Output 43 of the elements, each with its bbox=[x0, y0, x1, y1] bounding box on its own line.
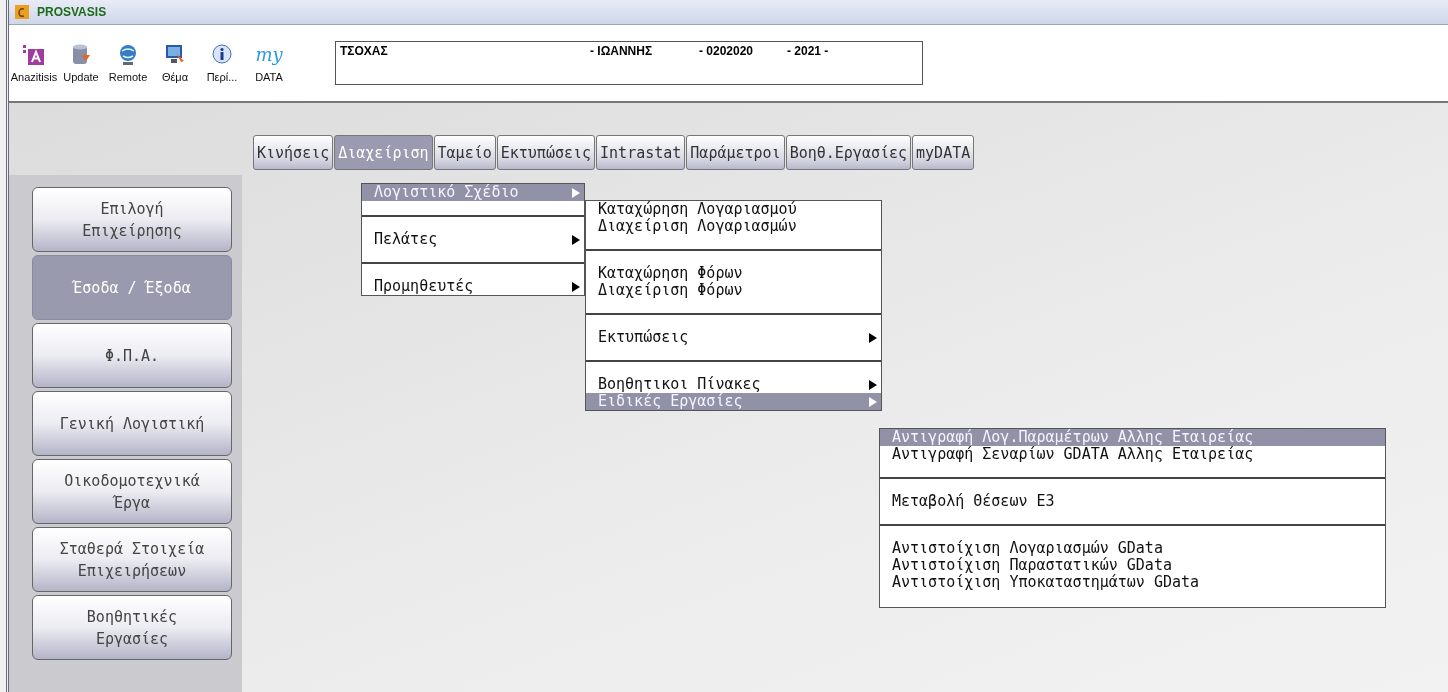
menu-tab[interactable]: Παράμετροι bbox=[686, 135, 785, 170]
menu-tab[interactable]: myDATA bbox=[912, 135, 975, 170]
menu-item[interactable]: Αντιστοίχιση Παραστατικών GData bbox=[880, 557, 1385, 574]
menu-tab[interactable]: Βοηθ.Εργασίες bbox=[785, 135, 912, 170]
sidebar-button[interactable]: Οικοδομοτεχνικά Έργα bbox=[32, 459, 232, 524]
toolbar-button[interactable]: Περί... bbox=[199, 33, 245, 93]
menu-tab[interactable]: Intrastat bbox=[596, 135, 686, 170]
info-text: - 0202020 bbox=[699, 44, 755, 58]
menu-item[interactable]: Καταχώρηση Λογαριασμού bbox=[586, 201, 881, 218]
menu-item[interactable]: Αντιστοίχιση Υποκαταστημάτων GData bbox=[880, 574, 1385, 591]
menu-tab[interactable]: Εκτυπώσεις bbox=[496, 135, 596, 170]
menu-item[interactable]: Διαχείριση Λογαριασμών bbox=[586, 218, 881, 235]
menu-item[interactable]: Αντιγραφή Σεναρίων GDATA Αλλης Εταιρείας bbox=[880, 446, 1385, 463]
sidebar-button[interactable]: Φ.Π.Α. bbox=[32, 323, 232, 388]
menu-item[interactable]: Αντιστοίχιση Λογαριασμών GData bbox=[880, 540, 1385, 557]
window-title: PROSVASIS bbox=[37, 5, 107, 19]
toolbar-button[interactable]: my DATA bbox=[246, 33, 292, 93]
logo-text: my bbox=[255, 43, 283, 67]
letter-a-icon bbox=[22, 43, 46, 67]
database-icon bbox=[70, 43, 92, 67]
menu-item[interactable]: Βοηθητικοι Πίνακες bbox=[586, 376, 881, 393]
menu-item[interactable]: Καταχώρηση Φόρων bbox=[586, 265, 881, 282]
sidebar-button[interactable]: Γενική Λογιστική bbox=[32, 391, 232, 456]
globe-icon bbox=[117, 43, 139, 67]
menu-item[interactable]: Διαχείριση Φόρων bbox=[586, 282, 881, 299]
menu-tab[interactable]: Ταμείο bbox=[433, 135, 496, 170]
menu-tab[interactable]: Κινήσεις bbox=[253, 135, 334, 170]
sidebar-button[interactable]: Επιλογή Επιχείρησης bbox=[32, 187, 232, 252]
toolbar-button[interactable]: Remote bbox=[105, 33, 151, 93]
menu-item[interactable]: Εκτυπώσεις bbox=[586, 329, 881, 346]
menu-item[interactable]: Πελάτες bbox=[362, 231, 584, 248]
toolbar-button[interactable]: Anazitisis bbox=[11, 33, 57, 93]
info-icon bbox=[210, 43, 234, 67]
app-logo-icon bbox=[15, 5, 29, 19]
menu-item[interactable]: Προμηθευτές bbox=[362, 278, 584, 295]
sidebar-button[interactable]: Βοηθητικές Εργασίες bbox=[32, 595, 232, 660]
toolbar-button[interactable]: Θέμα bbox=[152, 33, 198, 93]
info-text: ΤΣΟΧΑΣ bbox=[340, 44, 389, 58]
info-text: - ΙΩΑΝΝΗΣ bbox=[590, 44, 654, 58]
toolbar-button[interactable]: Update bbox=[58, 33, 104, 93]
sidebar-button[interactable]: Σταθερά Στοιχεία Επιχειρήσεων bbox=[32, 527, 232, 592]
menu-item[interactable]: Μεταβολή Θέσεων Ε3 bbox=[880, 493, 1385, 510]
info-text: - 2021 - bbox=[787, 44, 830, 58]
